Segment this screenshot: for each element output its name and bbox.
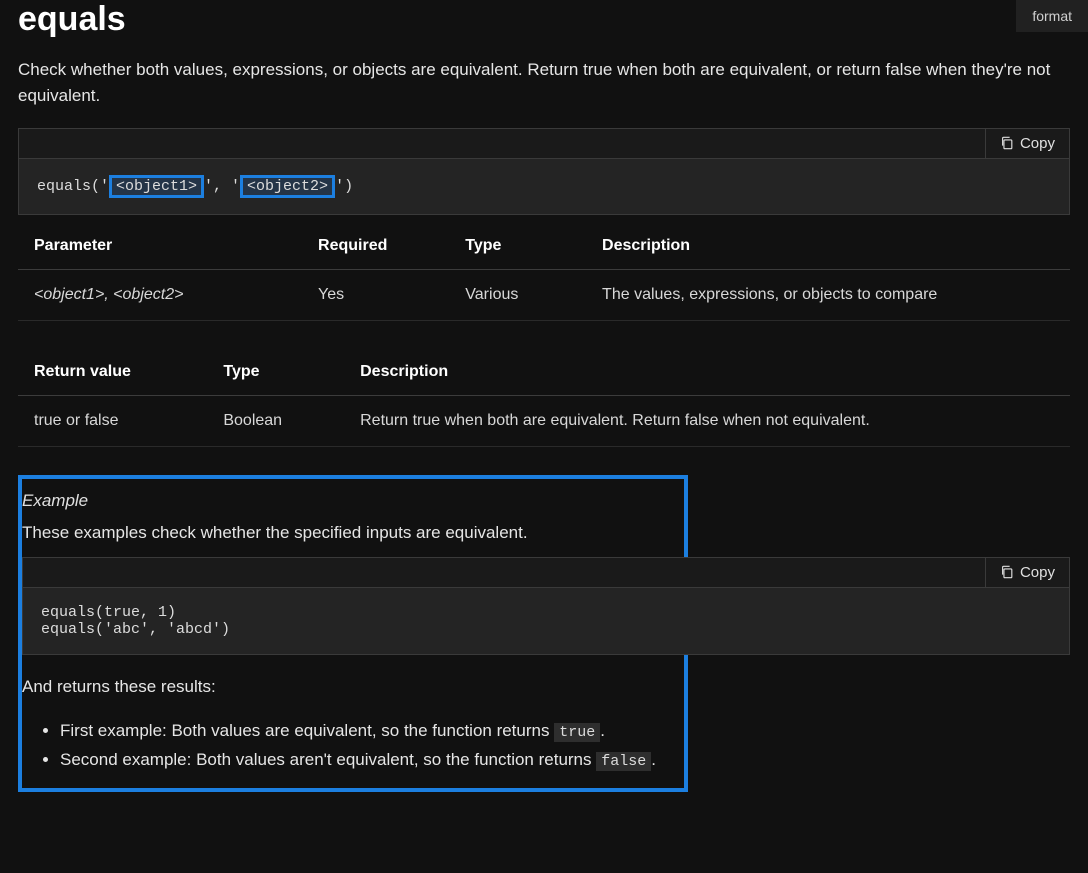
sig-token-object2: <object2>: [240, 175, 335, 198]
table-row: true or false Boolean Return true when b…: [18, 395, 1070, 446]
cell-required: Yes: [302, 269, 449, 320]
code-toolbar: Copy: [23, 558, 1069, 588]
intro-text: Check whether both values, expressions, …: [18, 57, 1070, 110]
example-highlight-box: Example These examples check whether the…: [18, 475, 688, 793]
signature-code: equals('<object1>', '<object2>'): [19, 159, 1069, 214]
copy-button[interactable]: Copy: [985, 558, 1069, 587]
cell-type: Boolean: [207, 395, 344, 446]
cell-type: Various: [449, 269, 586, 320]
col-description: Description: [344, 349, 1070, 396]
col-parameter: Parameter: [18, 223, 302, 270]
list-item: First example: Both values are equivalen…: [60, 717, 1070, 746]
result-code: false: [596, 752, 651, 771]
code-toolbar: Copy: [19, 129, 1069, 159]
col-description: Description: [586, 223, 1070, 270]
col-type: Type: [207, 349, 344, 396]
parameters-table: Parameter Required Type Description <obj…: [18, 223, 1070, 321]
results-list: First example: Both values are equivalen…: [22, 717, 1070, 775]
table-header-row: Parameter Required Type Description: [18, 223, 1070, 270]
sig-mid: ', ': [204, 178, 240, 195]
return-table: Return value Type Description true or fa…: [18, 349, 1070, 447]
cell-description: The values, expressions, or objects to c…: [586, 269, 1070, 320]
cell-description: Return true when both are equivalent. Re…: [344, 395, 1070, 446]
copy-button[interactable]: Copy: [985, 129, 1069, 158]
copy-label: Copy: [1020, 564, 1055, 581]
col-required: Required: [302, 223, 449, 270]
table-header-row: Return value Type Description: [18, 349, 1070, 396]
result-code: true: [554, 723, 600, 742]
table-row: <object1>, <object2> Yes Various The val…: [18, 269, 1070, 320]
example-lead: These examples check whether the specifi…: [22, 523, 1070, 557]
col-type: Type: [449, 223, 586, 270]
copy-label: Copy: [1020, 135, 1055, 152]
format-chip[interactable]: format: [1016, 0, 1088, 32]
signature-code-block: Copy equals('<object1>', '<object2>'): [18, 128, 1070, 215]
list-item: Second example: Both values aren't equiv…: [60, 746, 1070, 775]
example-code: equals(true, 1) equals('abc', 'abcd'): [23, 588, 1069, 654]
sig-prefix: equals(': [37, 178, 109, 195]
cell-parameter: <object1>, <object2>: [18, 269, 302, 320]
result-suffix: .: [651, 750, 656, 769]
result-prefix: Second example: Both values aren't equiv…: [60, 750, 596, 769]
example-heading: Example: [22, 487, 1070, 523]
example-code-block: Copy equals(true, 1) equals('abc', 'abcd…: [22, 557, 1070, 655]
result-suffix: .: [600, 721, 605, 740]
col-return-value: Return value: [18, 349, 207, 396]
sig-token-object1: <object1>: [109, 175, 204, 198]
copy-icon: [1000, 565, 1014, 579]
copy-icon: [1000, 136, 1014, 150]
sig-suffix: '): [335, 178, 353, 195]
cell-return-value: true or false: [18, 395, 207, 446]
page-title: equals: [18, 0, 1070, 39]
results-intro: And returns these results:: [22, 663, 1070, 711]
result-prefix: First example: Both values are equivalen…: [60, 721, 554, 740]
